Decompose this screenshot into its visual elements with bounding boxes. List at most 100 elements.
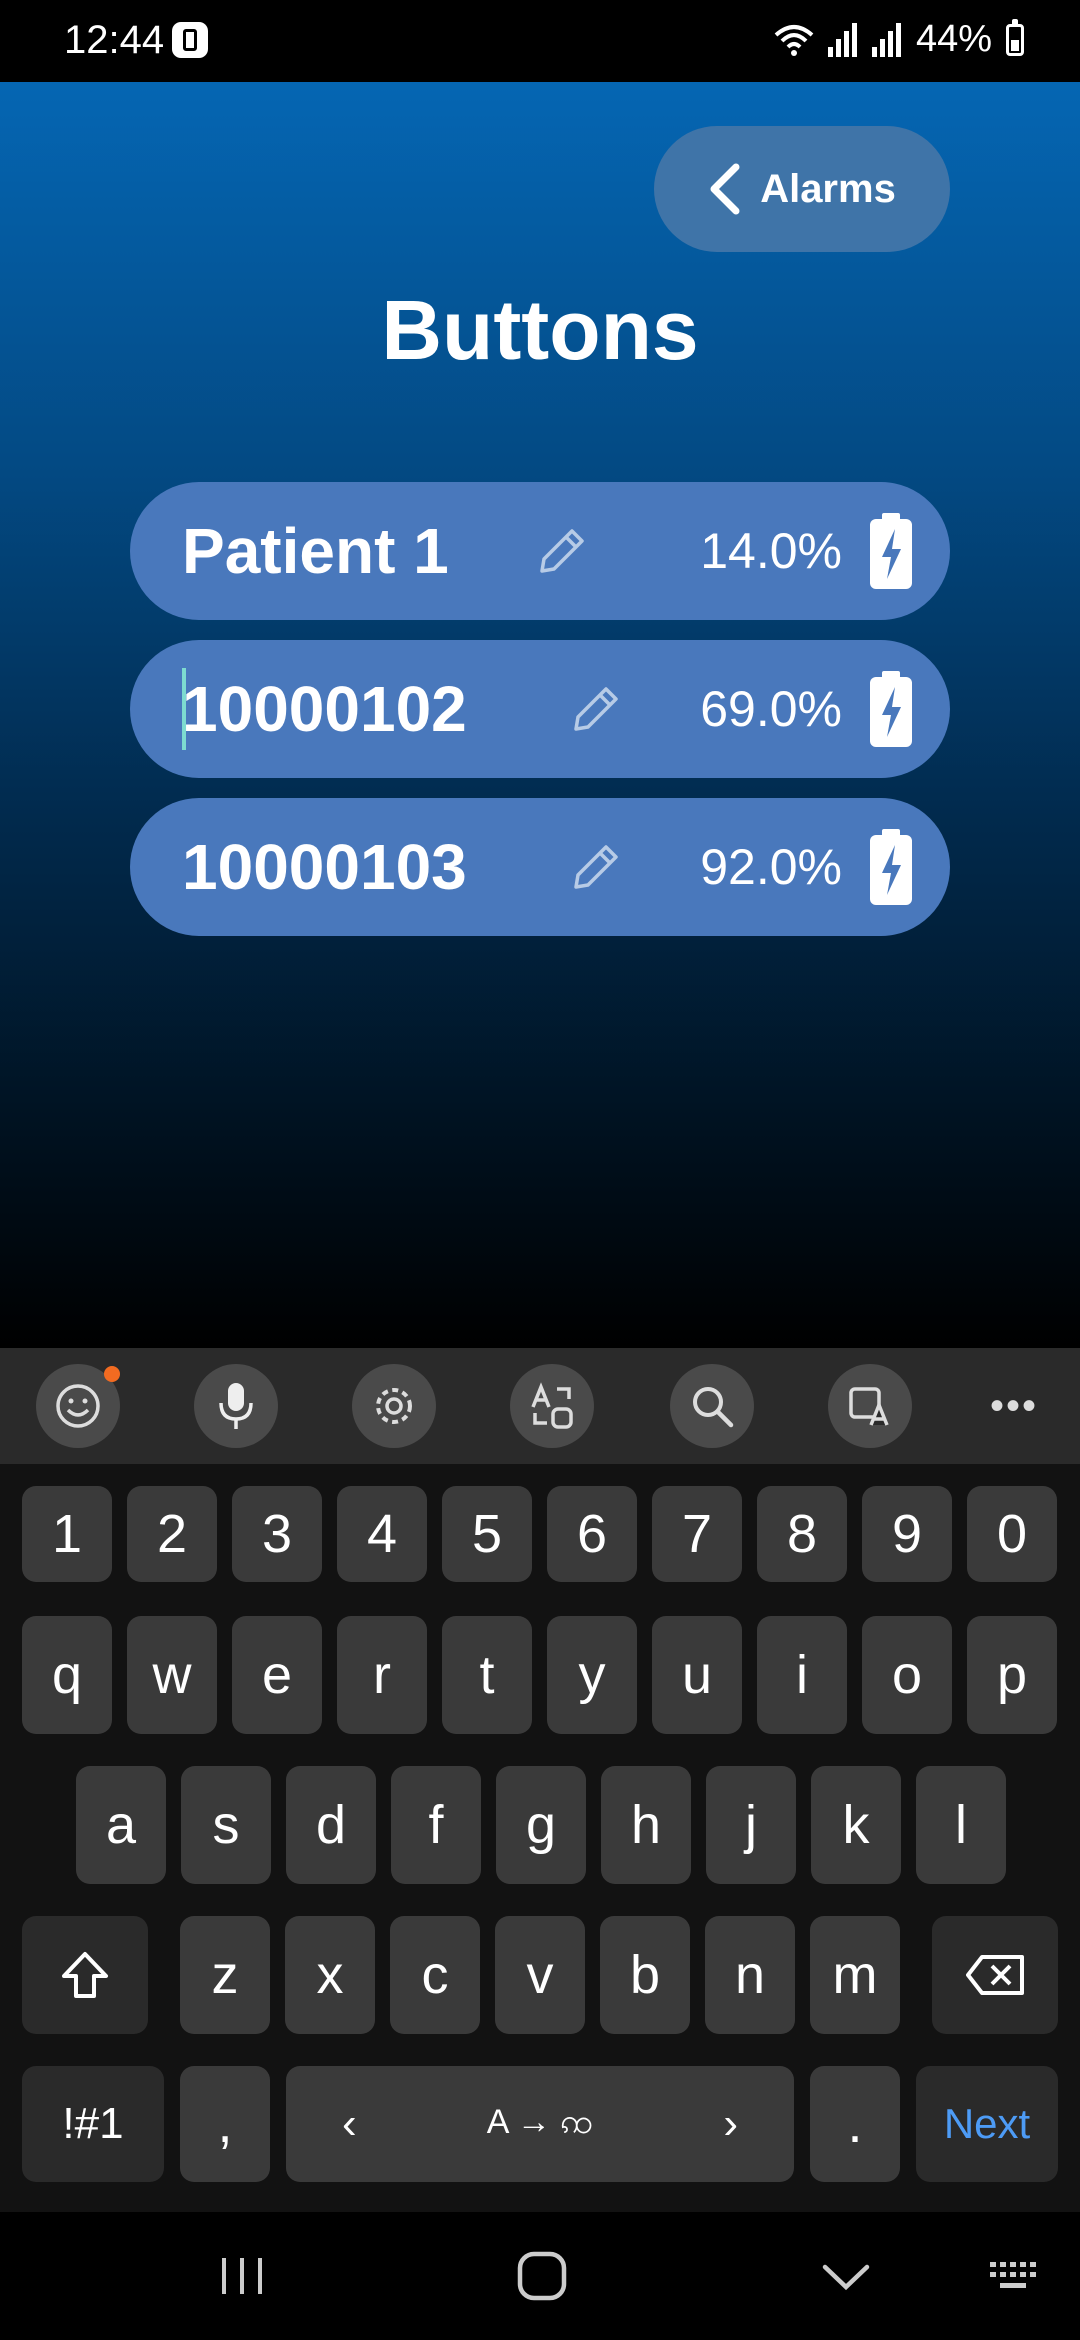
comma-key[interactable]: , bbox=[180, 2066, 270, 2182]
key-z[interactable]: z bbox=[180, 1916, 270, 2034]
key-b[interactable]: b bbox=[600, 1916, 690, 2034]
space-right: › bbox=[723, 2099, 738, 2148]
translate-icon[interactable] bbox=[510, 1364, 594, 1448]
space-key[interactable]: ‹ A → ꩡ › bbox=[286, 2066, 794, 2182]
key-c[interactable]: c bbox=[390, 1916, 480, 2034]
key-g[interactable]: g bbox=[496, 1766, 586, 1884]
key-j-label: j bbox=[745, 1795, 757, 1855]
key-o-label: o bbox=[891, 1645, 923, 1705]
key-k[interactable]: k bbox=[811, 1766, 901, 1884]
key-x[interactable]: x bbox=[285, 1916, 375, 2034]
key-m[interactable]: m bbox=[810, 1916, 900, 2034]
key-l-label: l bbox=[955, 1795, 967, 1855]
device-name-input[interactable]: 10000102 bbox=[182, 672, 467, 746]
status-time: 12:44 bbox=[64, 18, 165, 62]
back-button-label: Alarms bbox=[760, 166, 896, 211]
key-4[interactable]: 4 bbox=[337, 1486, 427, 1582]
key-o[interactable]: o bbox=[862, 1616, 952, 1734]
key-t-label: t bbox=[479, 1645, 495, 1705]
key-1-label: 1 bbox=[51, 1504, 83, 1564]
key-i[interactable]: i bbox=[757, 1616, 847, 1734]
key-7[interactable]: 7 bbox=[652, 1486, 742, 1582]
key-2[interactable]: 2 bbox=[127, 1486, 217, 1582]
key-p[interactable]: p bbox=[967, 1616, 1057, 1734]
back-to-alarms-button[interactable]: Alarms bbox=[654, 126, 950, 252]
key-5[interactable]: 5 bbox=[442, 1486, 532, 1582]
key-n[interactable]: n bbox=[705, 1916, 795, 2034]
keyboard-switch-icon[interactable] bbox=[976, 2236, 1056, 2316]
battery-percent: 69.0% bbox=[700, 681, 842, 737]
key-u[interactable]: u bbox=[652, 1616, 742, 1734]
home-icon[interactable] bbox=[502, 2236, 582, 2316]
key-a[interactable]: a bbox=[76, 1766, 166, 1884]
status-bar: 12:44 44% bbox=[0, 0, 1080, 82]
pencil-icon[interactable] bbox=[568, 681, 624, 737]
symbols-key-label: !#1 bbox=[62, 2099, 124, 2148]
key-4-label: 4 bbox=[366, 1504, 398, 1564]
key-h[interactable]: h bbox=[601, 1766, 691, 1884]
key-8-label: 8 bbox=[786, 1504, 818, 1564]
key-6[interactable]: 6 bbox=[547, 1486, 637, 1582]
signal-icon-2 bbox=[871, 22, 901, 57]
period-key[interactable]: . bbox=[810, 2066, 900, 2182]
hide-keyboard-icon[interactable] bbox=[806, 2236, 886, 2316]
key-s[interactable]: s bbox=[181, 1766, 271, 1884]
key-n-label: n bbox=[734, 1945, 766, 2005]
status-icons: 44% bbox=[774, 18, 1024, 61]
key-v-label: v bbox=[526, 1945, 554, 2005]
key-a-label: a bbox=[105, 1795, 137, 1855]
signal-icon bbox=[827, 22, 857, 57]
key-3-label: 3 bbox=[261, 1504, 293, 1564]
key-1[interactable]: 1 bbox=[22, 1486, 112, 1582]
search-icon[interactable] bbox=[670, 1364, 754, 1448]
device-row-editing[interactable]: 10000102 69.0% bbox=[130, 640, 950, 778]
key-q[interactable]: q bbox=[22, 1616, 112, 1734]
key-z-label: z bbox=[211, 1945, 239, 2005]
key-d[interactable]: d bbox=[286, 1766, 376, 1884]
image-translate-icon[interactable] bbox=[828, 1364, 912, 1448]
key-d-label: d bbox=[315, 1795, 347, 1855]
page-title: Buttons bbox=[381, 283, 699, 377]
device-name: 10000103 bbox=[182, 831, 467, 903]
key-5-label: 5 bbox=[471, 1504, 503, 1564]
next-key[interactable]: Next bbox=[916, 2066, 1058, 2182]
more-icon[interactable]: ••• bbox=[972, 1364, 1056, 1448]
key-f[interactable]: f bbox=[391, 1766, 481, 1884]
symbols-key[interactable]: !#1 bbox=[22, 2066, 164, 2182]
key-7-label: 7 bbox=[681, 1504, 713, 1564]
key-0[interactable]: 0 bbox=[967, 1486, 1057, 1582]
key-9[interactable]: 9 bbox=[862, 1486, 952, 1582]
battery-charging-icon bbox=[870, 671, 912, 747]
space-left: ‹ bbox=[342, 2099, 357, 2148]
key-3[interactable]: 3 bbox=[232, 1486, 322, 1582]
microphone-icon[interactable] bbox=[194, 1364, 278, 1448]
key-6-label: 6 bbox=[576, 1504, 608, 1564]
key-m-label: m bbox=[832, 1945, 878, 2005]
keyboard: 1 2 3 4 5 6 7 8 9 0 q w e r t y u i o p a s d f g h j k l z x c v b n m !#1,… bbox=[0, 1464, 1080, 2212]
pencil-icon[interactable] bbox=[534, 523, 590, 579]
key-t[interactable]: t bbox=[442, 1616, 532, 1734]
battery-percent: 44% bbox=[915, 18, 992, 60]
shift-key[interactable] bbox=[22, 1916, 148, 2034]
key-l[interactable]: l bbox=[916, 1766, 1006, 1884]
key-b-label: b bbox=[629, 1945, 661, 2005]
device-name: Patient 1 bbox=[182, 515, 449, 587]
key-j[interactable]: j bbox=[706, 1766, 796, 1884]
pencil-icon[interactable] bbox=[568, 839, 624, 895]
key-y[interactable]: y bbox=[547, 1616, 637, 1734]
keyboard-toolbar: ••• bbox=[0, 1348, 1080, 1464]
key-c-label: c bbox=[421, 1945, 449, 2005]
settings-icon[interactable] bbox=[352, 1364, 436, 1448]
comma-key-label: , bbox=[217, 2094, 233, 2154]
key-w[interactable]: w bbox=[127, 1616, 217, 1734]
key-r[interactable]: r bbox=[337, 1616, 427, 1734]
key-v[interactable]: v bbox=[495, 1916, 585, 2034]
key-8[interactable]: 8 bbox=[757, 1486, 847, 1582]
recent-apps-icon[interactable] bbox=[202, 2236, 282, 2316]
period-key-label: . bbox=[847, 2094, 863, 2154]
device-row[interactable]: Patient 1 14.0% bbox=[130, 482, 950, 620]
backspace-key[interactable] bbox=[932, 1916, 1058, 2034]
key-e[interactable]: e bbox=[232, 1616, 322, 1734]
device-row[interactable]: 10000103 92.0% bbox=[130, 798, 950, 936]
battery-percent: 14.0% bbox=[700, 523, 842, 579]
